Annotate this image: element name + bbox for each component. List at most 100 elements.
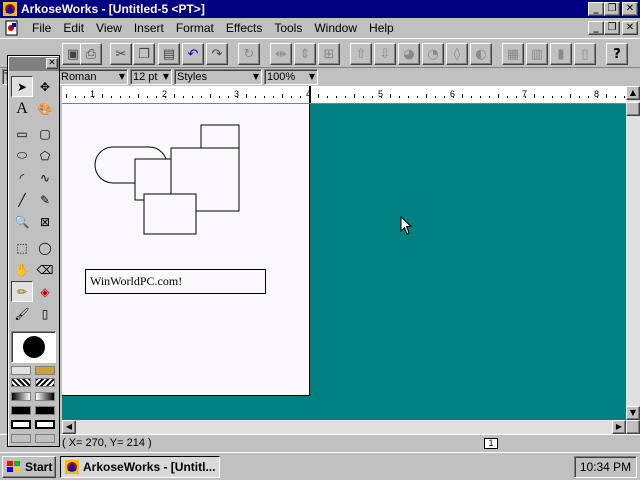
scroll-right-button[interactable]: ▶ bbox=[612, 420, 626, 434]
tool-palette[interactable]: ✕ ➤ ✥ A 🎨 ▭ ▢ ⬭ ⬠ ◜ ∿ ╱ ✎ 🔍 ⊠ ⬚ ◯ ✋ ⌫ ✏ … bbox=[7, 55, 60, 447]
send-backward-icon[interactable]: ⇩ bbox=[374, 43, 396, 65]
shadow-icon[interactable]: ▮ bbox=[550, 43, 572, 65]
paint-bucket-tool-icon[interactable]: ◈ bbox=[34, 281, 56, 302]
pattern-icon[interactable]: ▦ bbox=[502, 43, 524, 65]
print-icon[interactable]: ⎙ bbox=[80, 43, 102, 65]
doc-minimize-button[interactable]: _ bbox=[588, 21, 604, 35]
hand-tool-icon[interactable]: ✋ bbox=[11, 259, 33, 280]
fill-color-well[interactable] bbox=[11, 331, 56, 363]
scroll-thumb[interactable] bbox=[626, 102, 640, 116]
font-combo[interactable]: Roman ▼ bbox=[58, 69, 128, 85]
arrow-style-swatch[interactable] bbox=[11, 434, 31, 443]
size-combo[interactable]: 12 pt ▼ bbox=[130, 69, 172, 85]
horizontal-scrollbar[interactable]: ◀ ▶ bbox=[62, 420, 626, 434]
taskbar-arkoseworks-button[interactable]: ArkoseWorks - [Untitl... bbox=[60, 456, 220, 478]
palette-close-icon[interactable]: ✕ bbox=[46, 58, 58, 69]
line-tool-icon[interactable]: ╱ bbox=[11, 189, 33, 210]
eyedropper-tool-icon[interactable]: ✎ bbox=[34, 189, 56, 210]
scroll-up-button[interactable]: ▲ bbox=[626, 86, 640, 100]
menu-help[interactable]: Help bbox=[363, 18, 400, 38]
crop-tool-icon[interactable]: ⊠ bbox=[34, 211, 56, 232]
text-frame[interactable]: WinWorldPC.com! bbox=[85, 269, 266, 294]
arrow-style-swatch[interactable] bbox=[35, 434, 55, 443]
text-tool-icon[interactable]: A bbox=[11, 98, 33, 119]
style-combo[interactable]: Styles ▼ bbox=[174, 69, 262, 85]
polygon-tool-icon[interactable]: ⬠ bbox=[34, 145, 56, 166]
cut-icon[interactable]: ✂ bbox=[110, 43, 132, 65]
canvas-area[interactable]: WinWorldPC.com! bbox=[62, 104, 626, 420]
zoom-tool-icon[interactable]: 🔍 bbox=[11, 211, 33, 232]
menu-insert[interactable]: Insert bbox=[128, 18, 170, 38]
menu-tools[interactable]: Tools bbox=[268, 18, 308, 38]
doc-close-button[interactable]: ✕ bbox=[622, 21, 638, 35]
ellipse-tool-icon[interactable]: ⬭ bbox=[11, 145, 33, 166]
document-icon[interactable] bbox=[4, 20, 20, 36]
lighting-icon[interactable]: ◐ bbox=[470, 43, 492, 65]
menu-format[interactable]: Format bbox=[170, 18, 220, 38]
eraser-tool-icon[interactable]: ⌫ bbox=[34, 259, 56, 280]
rectangle-tool-icon[interactable]: ▭ bbox=[11, 123, 33, 144]
menu-edit[interactable]: Edit bbox=[57, 18, 90, 38]
outline-icon[interactable]: ▯ bbox=[574, 43, 596, 65]
hatch-pattern-swatch[interactable] bbox=[11, 378, 31, 387]
send-back-icon[interactable]: ◔ bbox=[422, 43, 444, 65]
palette-tool-icon[interactable]: 🎨 bbox=[34, 98, 56, 119]
document-page[interactable]: WinWorldPC.com! bbox=[62, 104, 310, 396]
menu-file[interactable]: File bbox=[26, 18, 57, 38]
gradient-icon[interactable]: ▥ bbox=[526, 43, 548, 65]
lasso-tool-icon[interactable]: ◯ bbox=[34, 237, 56, 258]
line-weight-swatch[interactable] bbox=[11, 406, 31, 415]
zoom-combo[interactable]: 100% ▼ bbox=[264, 69, 318, 85]
move-tool-icon[interactable]: ✥ bbox=[34, 76, 56, 97]
transparency-icon[interactable]: ◊ bbox=[446, 43, 468, 65]
outline-swatch[interactable] bbox=[11, 420, 31, 429]
rotate-icon[interactable]: ↻ bbox=[238, 43, 260, 65]
ruler-tick bbox=[228, 96, 229, 98]
undo-icon[interactable]: ↶ bbox=[182, 43, 204, 65]
hatch-pattern-swatch[interactable] bbox=[35, 378, 55, 387]
windows-logo-icon bbox=[7, 461, 20, 472]
pointer-tool-icon[interactable]: ➤ bbox=[11, 76, 33, 97]
bring-forward-icon[interactable]: ⇧ bbox=[350, 43, 372, 65]
arc-tool-icon[interactable]: ◜ bbox=[11, 167, 33, 188]
pencil-tool-icon[interactable]: ✏ bbox=[11, 281, 33, 302]
title-bar[interactable]: ArkoseWorks - [Untitled-5 <PT>] _ ❐ ✕ bbox=[0, 0, 640, 18]
outline-swatch[interactable] bbox=[35, 420, 55, 429]
gradient-swatch[interactable] bbox=[35, 392, 55, 401]
scroll-left-button[interactable]: ◀ bbox=[62, 420, 76, 434]
menu-window[interactable]: Window bbox=[308, 18, 363, 38]
vertical-scrollbar[interactable]: ▲ ▼ bbox=[626, 86, 640, 420]
palette-title-bar[interactable]: ✕ bbox=[9, 57, 59, 71]
system-clock[interactable]: 10:34 PM bbox=[574, 456, 637, 478]
close-button[interactable]: ✕ bbox=[622, 2, 638, 16]
page-indicator[interactable]: 1 bbox=[484, 438, 498, 449]
minimize-button[interactable]: _ bbox=[588, 2, 604, 16]
menu-effects[interactable]: Effects bbox=[220, 18, 268, 38]
rectangle-shape[interactable] bbox=[200, 124, 240, 149]
gradient-swatch[interactable] bbox=[11, 392, 31, 401]
line-style-swatch[interactable] bbox=[11, 366, 31, 375]
menu-view[interactable]: View bbox=[90, 18, 128, 38]
align-icon[interactable]: ⊞ bbox=[318, 43, 340, 65]
flip-vertical-icon[interactable]: ⇕ bbox=[294, 43, 316, 65]
rectangle-shape[interactable] bbox=[143, 193, 197, 235]
line-weight-swatch[interactable] bbox=[35, 406, 55, 415]
arkoseworks-app-icon[interactable] bbox=[2, 1, 18, 17]
paste-icon[interactable]: ▤ bbox=[158, 43, 180, 65]
redo-icon[interactable]: ↷ bbox=[206, 43, 228, 65]
bring-front-icon[interactable]: ◕ bbox=[398, 43, 420, 65]
flip-horizontal-icon[interactable]: ⇹ bbox=[270, 43, 292, 65]
rounded-rectangle-tool-icon[interactable]: ▢ bbox=[34, 123, 56, 144]
spray-tool-icon[interactable]: ▯ bbox=[34, 303, 56, 324]
brush-tool-icon[interactable]: 🖌 bbox=[11, 303, 33, 324]
doc-restore-button[interactable]: ❐ bbox=[604, 21, 620, 35]
help-icon[interactable]: ? bbox=[606, 43, 628, 65]
marquee-select-tool-icon[interactable]: ⬚ bbox=[11, 237, 33, 258]
start-button[interactable]: Start bbox=[2, 456, 56, 478]
horizontal-ruler[interactable]: 1 2 3 4 5 6 7 8 bbox=[62, 86, 626, 104]
copy-icon[interactable]: ❐ bbox=[133, 43, 155, 65]
freeform-tool-icon[interactable]: ∿ bbox=[34, 167, 56, 188]
maximize-button[interactable]: ❐ bbox=[604, 2, 620, 16]
scroll-down-button[interactable]: ▼ bbox=[626, 406, 640, 420]
pattern-swatch[interactable] bbox=[35, 366, 55, 375]
